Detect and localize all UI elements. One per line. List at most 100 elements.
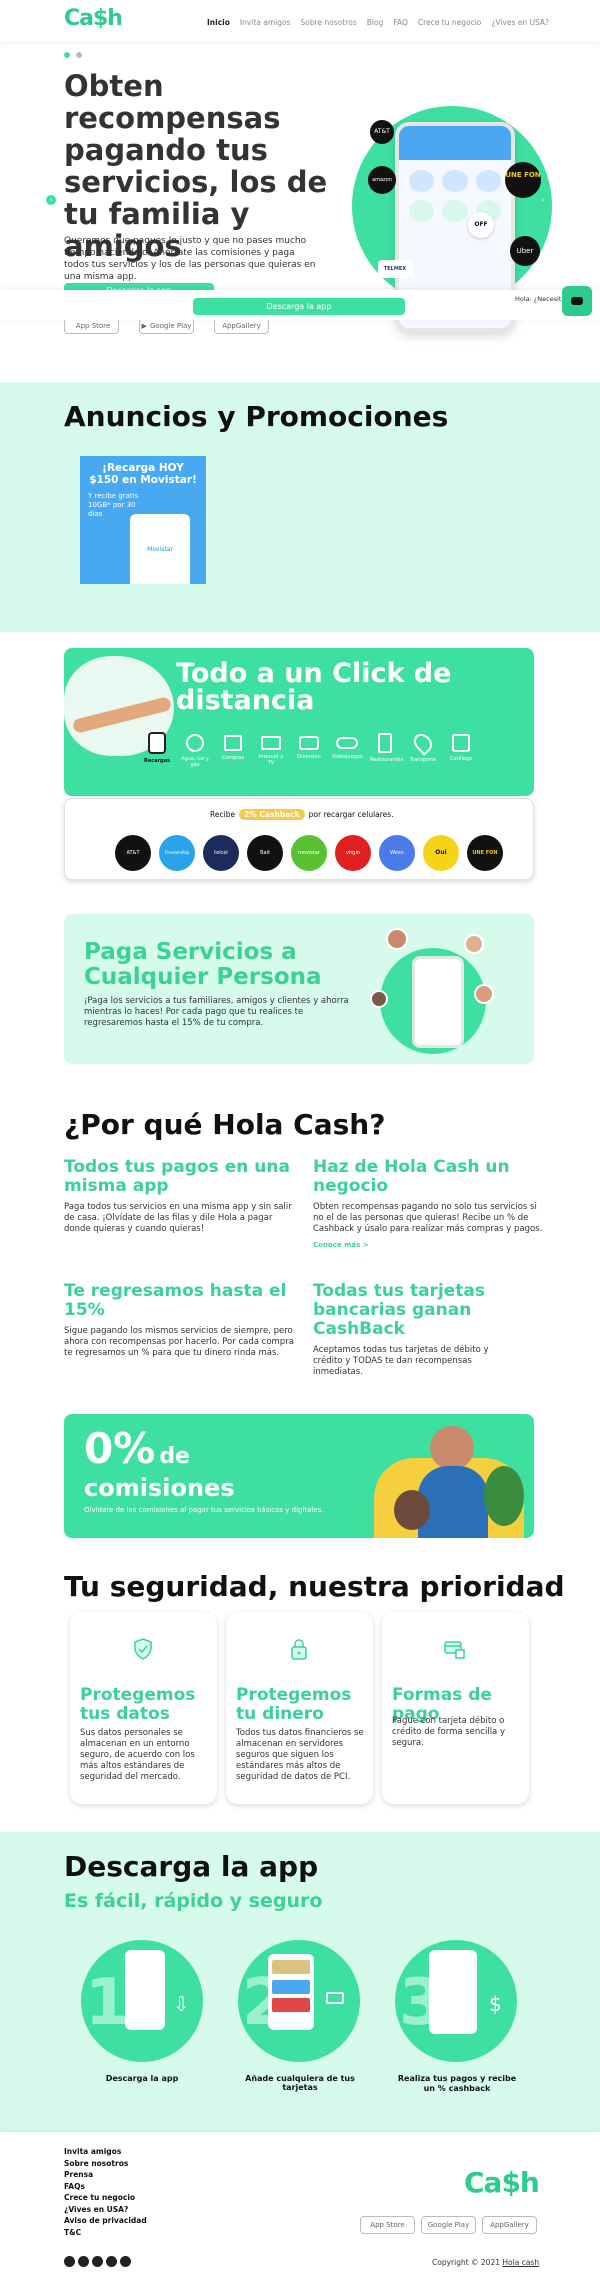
category-transporte[interactable]: Transporte bbox=[408, 730, 438, 768]
zero-commission-banner: 0% de comisiones Olvídate de las comision… bbox=[64, 1414, 534, 1538]
category-catalogo[interactable]: Catálogo bbox=[446, 732, 476, 768]
promo-card[interactable]: ¡Recarga HOY $150 en Movistar! Y recibe … bbox=[80, 456, 206, 584]
footer-links: Invita amigos Sobre nosotros Prensa FAQs… bbox=[64, 2146, 147, 2238]
carrier-weex[interactable]: Weex bbox=[379, 835, 415, 871]
security-card: Protegemos tus datos Sus datos personale… bbox=[70, 1612, 217, 1804]
step-circle: 1 ⇩ bbox=[81, 1940, 203, 2062]
conoce-mas-link[interactable]: Conoce más > bbox=[313, 1241, 543, 1249]
footer-link-crece[interactable]: Crece tu negocio bbox=[64, 2192, 147, 2204]
carrier-unefon[interactable]: UNE FON bbox=[467, 835, 503, 871]
nav-blog[interactable]: Blog bbox=[367, 18, 384, 27]
carrier-oui[interactable]: Oui bbox=[423, 835, 459, 871]
promo-phone: Movistar bbox=[130, 514, 190, 584]
copyright: Copyright © 2021 Hola cash bbox=[432, 2258, 540, 2267]
carrier-att[interactable]: AT&T bbox=[115, 835, 151, 871]
play-icon: ▶ bbox=[141, 322, 147, 330]
slider-dot[interactable] bbox=[76, 52, 82, 58]
card-icon bbox=[326, 1992, 344, 2004]
why-item-desc: Sigue pagando los mismos servicios de si… bbox=[64, 1326, 294, 1358]
footer-logo[interactable]: Ca$h bbox=[464, 2166, 540, 2199]
brand-badge-amazon: amazon bbox=[368, 166, 396, 194]
google-play-badge[interactable]: ▶ Google Play bbox=[139, 318, 194, 334]
carrier-virgin[interactable]: virgin bbox=[335, 835, 371, 871]
security-card: Formas de pago Pague con tarjeta débito … bbox=[382, 1612, 529, 1804]
app-gallery-badge[interactable]: AppGallery bbox=[214, 318, 269, 334]
nav-sobre-nosotros[interactable]: Sobre nosotros bbox=[301, 18, 357, 27]
instagram-icon[interactable] bbox=[64, 2256, 75, 2267]
click-section: Todo a un Click de distancia Recargas Ag… bbox=[64, 648, 534, 880]
copyright-link[interactable]: Hola cash bbox=[502, 2258, 539, 2267]
category-servicios[interactable]: Agua, luz y gas bbox=[180, 732, 210, 768]
avatar bbox=[464, 934, 484, 954]
zero-headline: 0% de bbox=[84, 1424, 190, 1473]
slider-next-arrow[interactable]: › bbox=[538, 195, 548, 205]
nav-invita-amigos[interactable]: Invita amigos bbox=[240, 18, 291, 27]
facebook-icon[interactable] bbox=[78, 2256, 89, 2267]
shield-icon bbox=[130, 1636, 156, 1662]
category-restaurantes[interactable]: Restaurantes bbox=[370, 732, 403, 768]
paga-section: Paga Servicios a Cualquier Persona ¡Paga… bbox=[64, 914, 534, 1064]
security-card-desc: Pague con tarjeta débito o crédito de fo… bbox=[392, 1716, 506, 1748]
category-internet[interactable]: Internet y TV bbox=[256, 732, 286, 768]
film-icon bbox=[299, 736, 319, 750]
carrier-logos: AT&T FreedomPop telcel Bait movistar vir… bbox=[115, 835, 503, 871]
app-store-badge[interactable]: App Store bbox=[360, 2216, 415, 2234]
footer-link-tyc[interactable]: T&C bbox=[64, 2227, 147, 2239]
cart-icon bbox=[224, 735, 242, 751]
click-title: Todo a un Click de distancia bbox=[176, 658, 452, 716]
footer-link-invita[interactable]: Invita amigos bbox=[64, 2146, 147, 2158]
carrier-bait[interactable]: Bait bbox=[247, 835, 283, 871]
site-footer: Invita amigos Sobre nosotros Prensa FAQs… bbox=[0, 2132, 600, 2284]
twitter-icon[interactable] bbox=[92, 2256, 103, 2267]
brand-badge-uber: Uber bbox=[510, 236, 540, 266]
footer-link-usa[interactable]: ¿Vives en USA? bbox=[64, 2204, 147, 2216]
chat-button[interactable] bbox=[562, 286, 592, 316]
drink-icon bbox=[378, 733, 392, 753]
security-card-title: Protegemos tu dinero bbox=[236, 1685, 352, 1724]
category-recargas[interactable]: Recargas bbox=[142, 732, 172, 768]
step-phone bbox=[125, 1950, 165, 2030]
tv-icon bbox=[261, 736, 281, 750]
linkedin-icon[interactable] bbox=[120, 2256, 131, 2267]
nav-vives-usa[interactable]: ¿Vives en USA? bbox=[491, 18, 549, 27]
footer-link-sobre[interactable]: Sobre nosotros bbox=[64, 2158, 147, 2170]
sticky-download-button[interactable]: Descarga la app bbox=[193, 298, 405, 315]
nav-inicio[interactable]: Inicio bbox=[207, 18, 230, 27]
gamepad-icon bbox=[336, 737, 358, 749]
category-diversion[interactable]: Diversión bbox=[294, 732, 324, 768]
download-section: Descarga la app Es fácil, rápido y segur… bbox=[0, 1832, 600, 2132]
brand-badge-off: OFF bbox=[468, 212, 494, 238]
pin-icon bbox=[410, 730, 436, 756]
step-label: Realiza tus pagos y recibe un % cashback bbox=[397, 2074, 517, 2093]
dollar-icon: $ bbox=[489, 1992, 502, 2016]
app-store-badge[interactable]: App Store bbox=[64, 318, 119, 334]
step-label: Descarga la app bbox=[105, 2074, 179, 2083]
zero-description: Olvídate de las comisiones al pagar tus … bbox=[84, 1506, 324, 1514]
why-item-desc: Obten recompensas pagando no solo tus se… bbox=[313, 1202, 543, 1234]
step-label: Añade cualquiera de tus tarjetas bbox=[245, 2074, 355, 2092]
youtube-icon[interactable] bbox=[106, 2256, 117, 2267]
carrier-telcel[interactable]: telcel bbox=[203, 835, 239, 871]
nav-crece-negocio[interactable]: Crece tu negocio bbox=[418, 18, 481, 27]
google-play-badge[interactable]: Google Play bbox=[421, 2216, 476, 2234]
nav-faq[interactable]: FAQ bbox=[393, 18, 408, 27]
footer-link-prensa[interactable]: Prensa bbox=[64, 2169, 147, 2181]
app-gallery-badge[interactable]: AppGallery bbox=[482, 2216, 537, 2234]
footer-link-faqs[interactable]: FAQs bbox=[64, 2181, 147, 2193]
security-card-title: Protegemos tus datos bbox=[80, 1685, 196, 1724]
cashback-badge: 2% Cashback bbox=[239, 809, 305, 820]
logo[interactable]: Ca$h bbox=[64, 6, 123, 31]
category-videojuegos[interactable]: Videojuegos bbox=[332, 732, 362, 768]
step-phone bbox=[429, 1950, 477, 2034]
promos-title: Anuncios y Promociones bbox=[64, 400, 449, 433]
slider-dot-active[interactable] bbox=[64, 52, 70, 58]
slider-prev-arrow[interactable]: ‹ bbox=[46, 195, 56, 205]
footer-link-privacidad[interactable]: Aviso de privacidad bbox=[64, 2215, 147, 2227]
carrier-movistar[interactable]: movistar bbox=[291, 835, 327, 871]
step-circle: 3 $ bbox=[395, 1940, 517, 2062]
security-card-desc: Sus datos personales se almacenan en un … bbox=[80, 1728, 195, 1782]
category-compras[interactable]: Compras bbox=[218, 732, 248, 768]
main-nav: Inicio Invita amigos Sobre nosotros Blog… bbox=[207, 18, 549, 27]
carrier-freedompop[interactable]: FreedomPop bbox=[159, 835, 195, 871]
chat-icon bbox=[571, 297, 583, 305]
